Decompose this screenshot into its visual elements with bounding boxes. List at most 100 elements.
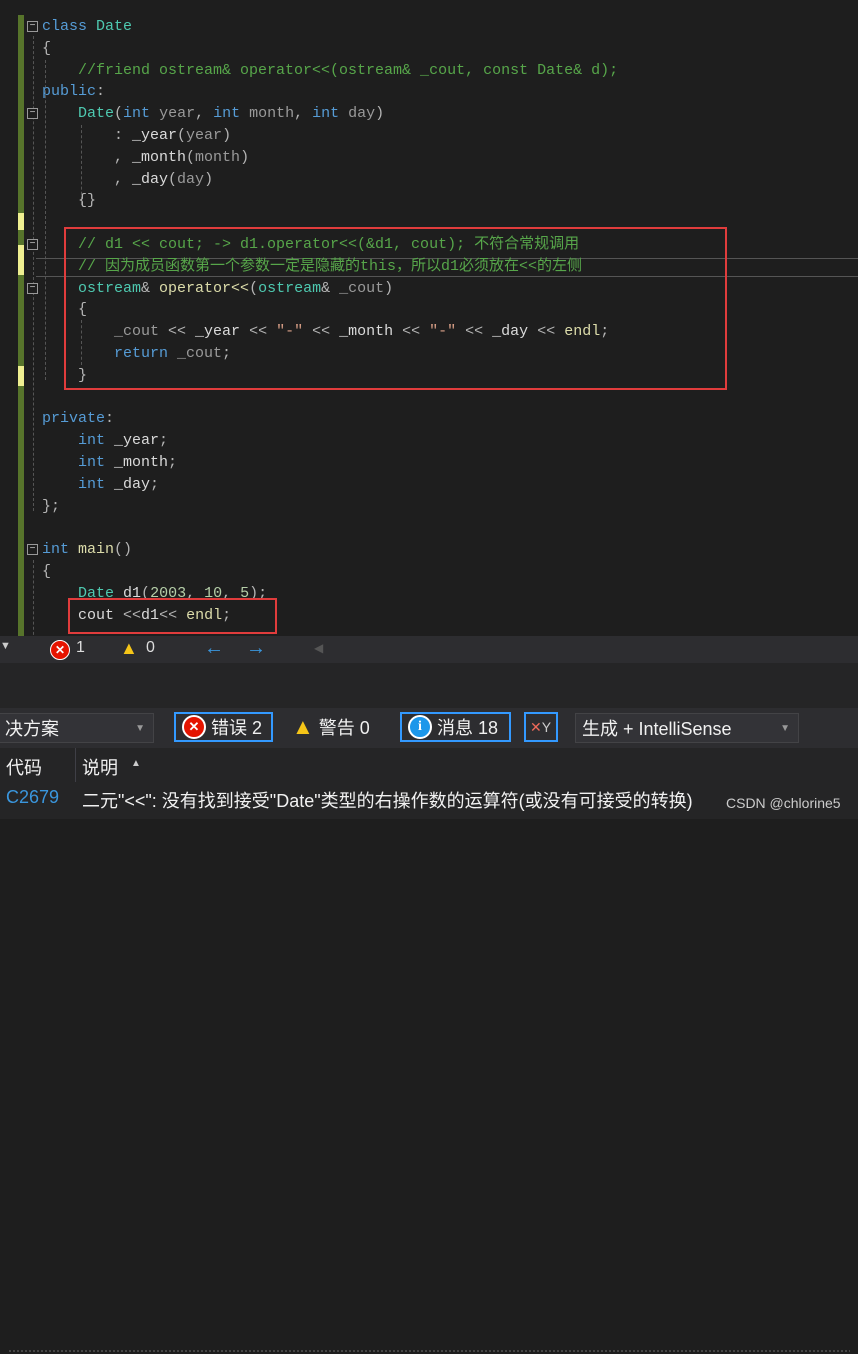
nav-forward-icon[interactable]: → [246, 637, 266, 660]
code-token: ; [150, 475, 160, 493]
code-token: ( [177, 127, 187, 144]
dropdown-arrow-icon[interactable]: ▼ [0, 640, 11, 652]
code-token: int [78, 432, 115, 450]
code-token: day [348, 105, 376, 123]
code-line[interactable]: class Date [42, 16, 132, 38]
change-bar [18, 386, 24, 636]
code-token: _year [114, 432, 160, 450]
code-line[interactable]: Date(int year, int month, int day) [42, 103, 384, 125]
code-token: _month [114, 454, 169, 471]
source-combo-value: 生成 + IntelliSense [582, 719, 732, 739]
code-line[interactable]: private: [42, 408, 114, 430]
code-line[interactable]: int main() [42, 539, 132, 561]
code-editor[interactable]: − − − − − class Date{ //friend ostream& … [0, 0, 858, 636]
panel-splitter[interactable] [0, 663, 858, 1354]
code-token: year [186, 127, 223, 144]
code-token: //friend ostream& operator<<(ostream& _c… [42, 61, 619, 79]
code-token: _year [132, 127, 178, 144]
code-token: ( [168, 170, 178, 188]
highlight-box [68, 598, 277, 634]
code-line[interactable]: }; [42, 496, 60, 518]
scope-combo[interactable]: 决方案 ▼ [0, 713, 154, 743]
code-token: ( [114, 105, 124, 123]
fold-toggle[interactable]: − [27, 283, 38, 294]
highlight-box [64, 227, 727, 390]
change-bar [18, 15, 24, 213]
scope-combo-value: 决方案 [5, 719, 59, 739]
code-line[interactable]: { [42, 561, 51, 583]
warnings-label: 警告 0 [318, 718, 370, 738]
code-token: int [213, 105, 250, 123]
code-line[interactable]: : _year(year) [42, 125, 231, 147]
code-token: { [42, 39, 52, 57]
code-token: , [42, 148, 133, 166]
code-token: , [294, 105, 313, 123]
code-token: ; [168, 454, 178, 471]
column-header-description[interactable]: 说明 [82, 754, 118, 780]
error-code-link[interactable]: C2679 [6, 787, 59, 808]
info-icon: i [408, 715, 432, 739]
error-icon: ✕ [50, 640, 70, 660]
messages-filter-button[interactable]: i 消息 18 [400, 712, 511, 742]
code-token: int [123, 105, 160, 123]
code-line[interactable]: int _month; [42, 452, 177, 474]
code-line[interactable]: int _day; [42, 474, 159, 496]
code-line[interactable]: { [42, 38, 51, 60]
code-token: ) [240, 148, 250, 166]
code-line[interactable]: //friend ostream& operator<<(ostream& _c… [42, 60, 618, 82]
column-header-code[interactable]: 代码 [6, 754, 42, 780]
code-token: month [249, 105, 295, 123]
fold-toggle[interactable]: − [27, 544, 38, 555]
code-token: Date [78, 105, 115, 123]
code-token: Date [96, 18, 133, 35]
code-token: ; [159, 432, 169, 450]
editor-status-bar: ▼ ✕ 1 ▲ 0 ← → ◀ [0, 636, 858, 663]
scroll-left-icon[interactable]: ◀ [314, 641, 323, 655]
code-token: int [312, 105, 349, 123]
code-token: int [78, 475, 115, 493]
clear-filter-button[interactable]: ✕Y [524, 712, 558, 742]
fold-toggle[interactable]: − [27, 239, 38, 250]
code-line[interactable]: , _day(day) [42, 169, 213, 191]
warning-count[interactable]: 0 [146, 639, 155, 657]
warning-icon: ▲ [292, 714, 314, 739]
error-description: 二元"<<": 没有找到接受"Date"类型的右操作数的运算符(或没有可接受的转… [82, 791, 693, 811]
warnings-filter-button[interactable]: ▲ 警告 0 [286, 712, 386, 742]
messages-label: 消息 18 [437, 718, 499, 738]
code-token: _month [132, 148, 187, 166]
code-token: year [159, 105, 196, 123]
outline-guide [33, 560, 34, 636]
error-icon: ✕ [182, 715, 206, 739]
nav-back-icon[interactable]: ← [204, 637, 224, 660]
code-token: main [78, 541, 115, 559]
errors-filter-button[interactable]: ✕ 错误 2 [174, 712, 273, 742]
fold-toggle[interactable]: − [27, 108, 38, 119]
change-bar-unsaved [18, 245, 24, 275]
code-token: ) [204, 170, 214, 188]
error-list-toolbar: 决方案 ▼ ✕ 错误 2 ▲ 警告 0 i 消息 18 ✕Y 生成 + IntelliS… [0, 708, 858, 748]
code-token: day [177, 170, 205, 188]
fold-toggle[interactable]: − [27, 21, 38, 32]
column-divider[interactable] [75, 748, 76, 782]
change-bar [18, 275, 24, 366]
chevron-down-icon: ▼ [780, 722, 790, 734]
change-bar-unsaved [18, 366, 24, 386]
code-line[interactable]: public: [42, 81, 105, 103]
table-row[interactable]: C2679 二元"<<": 没有找到接受"Date"类型的右操作数的运算符(或没… [0, 782, 858, 819]
code-line[interactable]: {} [42, 190, 96, 212]
code-line[interactable]: int _year; [42, 430, 168, 452]
code-line[interactable]: , _month(month) [42, 147, 249, 169]
code-token: _day [132, 170, 169, 188]
source-combo[interactable]: 生成 + IntelliSense ▼ [575, 713, 799, 743]
errors-label: 错误 2 [211, 718, 263, 738]
error-count[interactable]: 1 [76, 639, 85, 657]
code-token: { [42, 563, 52, 580]
code-token: ) [375, 105, 385, 123]
code-token: : [42, 127, 133, 144]
change-bar-unsaved [18, 213, 24, 230]
code-token: class [42, 18, 97, 35]
